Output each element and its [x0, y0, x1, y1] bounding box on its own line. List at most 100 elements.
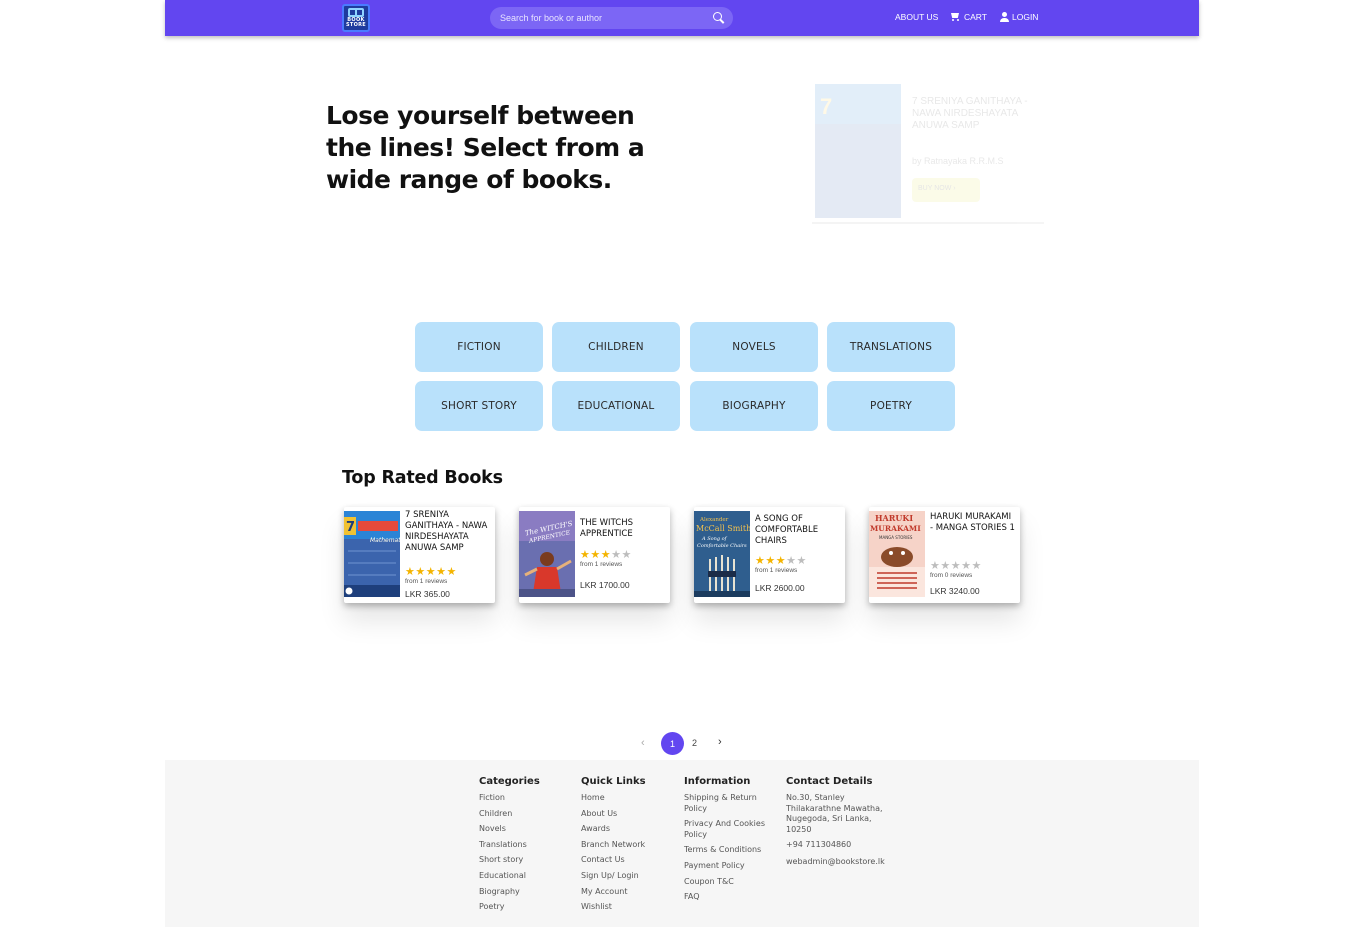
- book-cover: Alexander McCall Smith A Song of Comfort…: [694, 511, 750, 597]
- book-card[interactable]: HARUKI MURAKAMI MANGA STORIES HARUKI MUR…: [869, 507, 1020, 603]
- nav-cart[interactable]: CART: [950, 12, 987, 22]
- book-price: LKR 2600.00: [755, 583, 805, 593]
- footer-link-home[interactable]: Home: [581, 793, 676, 804]
- svg-text:Comfortable Chairs: Comfortable Chairs: [697, 543, 747, 549]
- footer-link-my-account[interactable]: My Account: [581, 887, 676, 898]
- star-icon: ★: [600, 549, 612, 561]
- svg-text:Mathematics: Mathematics: [370, 537, 400, 544]
- footer-link-about-us[interactable]: About Us: [581, 809, 676, 820]
- footer-link-contact-us[interactable]: Contact Us: [581, 855, 676, 866]
- rating-stars: ★★★★★: [930, 561, 982, 572]
- footer-link-translations[interactable]: Translations: [479, 840, 569, 851]
- book-title[interactable]: THE WITCHS APPRENTICE: [580, 518, 666, 540]
- footer-link-privacy-cookies[interactable]: Privacy And Cookies Policy: [684, 819, 772, 840]
- page: BOOK STORE ABOUT US CART LOGIN Lose your…: [0, 0, 1364, 949]
- pagination-next-button[interactable]: ›: [718, 736, 722, 748]
- footer-link-awards[interactable]: Awards: [581, 824, 676, 835]
- top-nav-bar: BOOK STORE ABOUT US CART LOGIN: [165, 0, 1199, 36]
- book-price: LKR 3240.00: [930, 586, 980, 596]
- star-icon: ★: [971, 560, 982, 572]
- book-title[interactable]: 7 SRENIYA GANITHAYA - NAWA NIRDESHAYATA …: [405, 510, 491, 554]
- pagination-prev-button[interactable]: ‹: [641, 737, 645, 749]
- footer-link-sign-up-login[interactable]: Sign Up/ Login: [581, 871, 676, 882]
- footer-link-novels[interactable]: Novels: [479, 824, 569, 835]
- book-cover: 7 Mathematics: [344, 511, 400, 597]
- review-count: from 1 reviews: [405, 578, 448, 585]
- book-card[interactable]: The WITCH'S APPRENTICE THE WITCHS APPREN…: [519, 507, 670, 603]
- footer-link-wishlist[interactable]: Wishlist: [581, 902, 676, 913]
- book-card[interactable]: Alexander McCall Smith A Song of Comfort…: [694, 507, 845, 603]
- star-icon: ★: [580, 549, 591, 561]
- star-icon: ★: [425, 566, 437, 578]
- star-icon: ★: [755, 555, 766, 567]
- pagination-page-1[interactable]: 1: [661, 732, 684, 755]
- star-icon: ★: [961, 560, 972, 572]
- hero-title: Lose yourself between the lines! Select …: [326, 101, 645, 194]
- category-educational[interactable]: EDUCATIONAL: [552, 381, 680, 431]
- nav-cart-label: CART: [964, 12, 987, 22]
- star-icon: ★: [590, 549, 601, 561]
- footer-link-terms[interactable]: Terms & Conditions: [684, 845, 772, 856]
- star-icon: ★: [786, 555, 797, 567]
- star-icon: ★: [405, 566, 416, 578]
- book-cover: The WITCH'S APPRENTICE: [519, 511, 575, 597]
- footer-link-biography[interactable]: Biography: [479, 887, 569, 898]
- footer-email[interactable]: webadmin@bookstore.lk: [786, 857, 898, 868]
- footer-contact-title: Contact Details: [786, 776, 873, 787]
- footer-information: Information Shipping & Return Policy Pri…: [684, 776, 772, 908]
- nav-about-us[interactable]: ABOUT US: [895, 12, 938, 22]
- footer-address: No.30, Stanley Thilakarathne Mawatha, Nu…: [786, 793, 883, 834]
- footer-link-educational[interactable]: Educational: [479, 871, 569, 882]
- star-icon: ★: [796, 555, 807, 567]
- featured-book-cover: 7: [815, 84, 901, 218]
- footer-quick-links-title: Quick Links: [581, 776, 646, 787]
- footer-link-faq[interactable]: FAQ: [684, 892, 772, 903]
- footer-link-payment-policy[interactable]: Payment Policy: [684, 861, 772, 872]
- search-input[interactable]: [500, 9, 700, 27]
- footer-link-shipping-return[interactable]: Shipping & Return Policy: [684, 793, 772, 814]
- bookstore-logo[interactable]: BOOK STORE: [342, 4, 370, 32]
- category-novels[interactable]: NOVELS: [690, 322, 818, 372]
- search-icon[interactable]: [713, 12, 722, 21]
- category-translations[interactable]: TRANSLATIONS: [827, 322, 955, 372]
- star-icon: ★: [611, 549, 622, 561]
- star-icon: ★: [446, 566, 457, 578]
- star-icon: ★: [950, 560, 962, 572]
- star-icon: ★: [621, 549, 632, 561]
- review-count: from 1 reviews: [755, 567, 798, 574]
- star-icon: ★: [436, 566, 447, 578]
- pagination-page-2[interactable]: 2: [692, 738, 697, 748]
- star-icon: ★: [940, 560, 951, 572]
- svg-text:McCall Smith: McCall Smith: [696, 524, 750, 533]
- footer-link-branch-network[interactable]: Branch Network: [581, 840, 676, 851]
- footer-link-children[interactable]: Children: [479, 809, 569, 820]
- book-title[interactable]: A SONG OF COMFORTABLE CHAIRS: [755, 514, 841, 547]
- footer-phone[interactable]: +94 711304860: [786, 840, 898, 851]
- book-title[interactable]: HARUKI MURAKAMI - MANGA STORIES 1: [930, 512, 1016, 534]
- nav-about-us-label: ABOUT US: [895, 12, 939, 22]
- svg-text:A Song of: A Song of: [701, 536, 728, 542]
- category-short-story[interactable]: SHORT STORY: [415, 381, 543, 431]
- featured-book-slide[interactable]: 7 7 SRENIYA GANITHAYA - NAWA NIRDESHAYAT…: [812, 82, 1044, 226]
- category-children[interactable]: CHILDREN: [552, 322, 680, 372]
- rating-stars: ★★★★★: [405, 567, 457, 578]
- buy-now-label: BUY NOW: [918, 185, 952, 192]
- footer-link-short-story[interactable]: Short story: [479, 855, 569, 866]
- nav-login-label: LOGIN: [1012, 12, 1039, 22]
- footer-link-poetry[interactable]: Poetry: [479, 902, 569, 913]
- top-rated-title: Top Rated Books: [342, 468, 503, 488]
- footer: [165, 760, 1199, 927]
- footer-link-fiction[interactable]: Fiction: [479, 793, 569, 804]
- book-price: LKR 1700.00: [580, 580, 630, 590]
- book-cover: HARUKI MURAKAMI MANGA STORIES: [869, 511, 925, 597]
- category-poetry[interactable]: POETRY: [827, 381, 955, 431]
- svg-text:Alexander: Alexander: [699, 517, 729, 523]
- nav-login[interactable]: LOGIN: [1000, 12, 1038, 22]
- category-biography[interactable]: BIOGRAPHY: [690, 381, 818, 431]
- book-card[interactable]: 7 Mathematics 7 SRENIYA GANITHAYA - NAWA…: [344, 507, 495, 603]
- star-icon: ★: [765, 555, 776, 567]
- footer-link-coupon-tc[interactable]: Coupon T&C: [684, 877, 772, 888]
- category-fiction[interactable]: FICTION: [415, 322, 543, 372]
- logo-text: BOOK STORE: [345, 17, 367, 28]
- buy-now-button[interactable]: BUY NOW ›: [912, 178, 980, 202]
